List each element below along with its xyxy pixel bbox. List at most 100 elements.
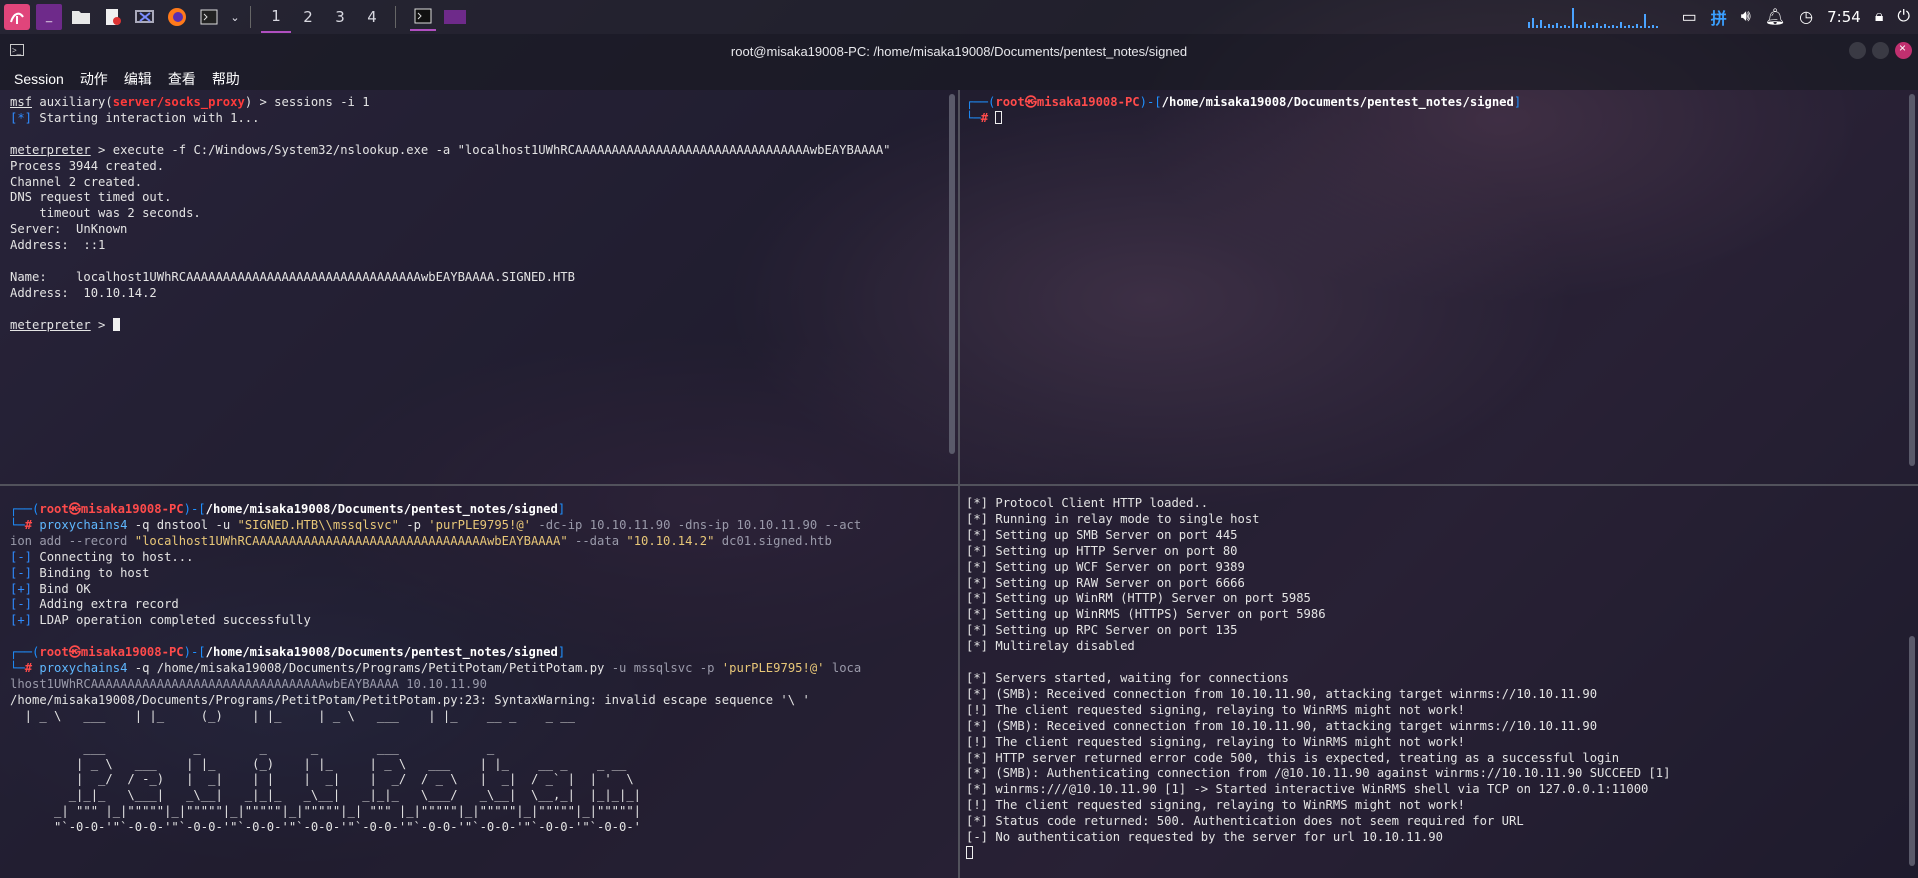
screenshot-tool-icon[interactable] bbox=[132, 4, 158, 30]
pane-bottom-right-output: [*] Protocol Client HTTP loaded.. [*] Ru… bbox=[960, 486, 1918, 862]
display-icon[interactable]: ▭ bbox=[1682, 7, 1697, 27]
log-prefix: [*] bbox=[966, 496, 989, 510]
menu-view[interactable]: 查看 bbox=[168, 69, 196, 89]
menu-edit[interactable]: 编辑 bbox=[124, 69, 152, 89]
terminal-panes: msf auxiliary(server/socks_proxy) > sess… bbox=[0, 90, 1918, 878]
log-line: [*] Status code returned: 500. Authentic… bbox=[966, 814, 1524, 829]
scrollbar[interactable] bbox=[1909, 94, 1915, 466]
log-line: [*] HTTP server returned error code 500,… bbox=[966, 750, 1620, 765]
log-prefix: [*] bbox=[966, 670, 989, 685]
msf-prompt: msf bbox=[10, 95, 33, 109]
dropdown-icon[interactable]: ⌄ bbox=[228, 4, 242, 30]
network-monitor-graph bbox=[1527, 6, 1668, 28]
menu-session[interactable]: Session bbox=[14, 71, 64, 87]
workspace-4[interactable]: 4 bbox=[357, 2, 387, 32]
log-line: [!] The client requested signing, relayi… bbox=[966, 798, 1465, 813]
log-line: [*] Setting up WinRMS (HTTPS) Server on … bbox=[966, 607, 1326, 622]
log-line: [-] No authentication requested by the s… bbox=[966, 830, 1443, 845]
terminal-app-icon[interactable]: _ bbox=[36, 4, 62, 30]
text-editor-icon[interactable] bbox=[100, 4, 126, 30]
power-icon[interactable]: ⏻ bbox=[1897, 8, 1910, 26]
input-method-icon[interactable]: 拼 bbox=[1711, 5, 1727, 29]
clock-icon: ◷ bbox=[1799, 9, 1814, 26]
notification-bell-icon[interactable]: 🔔︎ bbox=[1765, 7, 1785, 27]
log-line: [*] Servers started, waiting for connect… bbox=[966, 670, 1289, 685]
pane-bottom-left-output: ┌──(root㉿misaka19008-PC)-[/home/misaka19… bbox=[10, 502, 862, 835]
log-prefix: [*] bbox=[966, 766, 989, 781]
log-prefix: [*] bbox=[966, 782, 989, 797]
log-line: [*] Setting up RPC Server on port 135 bbox=[966, 623, 1238, 638]
log-prefix: [*] bbox=[966, 559, 989, 574]
pane-bottom-left[interactable]: ┌──(root㉿misaka19008-PC)-[/home/misaka19… bbox=[0, 486, 958, 878]
menu-bar: Session 动作 编辑 查看 帮助 bbox=[0, 68, 1918, 90]
terminal-window: >_ root@misaka19008-PC: /home/misaka1900… bbox=[0, 34, 1918, 878]
log-prefix: [*] bbox=[966, 607, 989, 622]
log-prefix: [!] bbox=[966, 798, 989, 813]
clock-time[interactable]: 7:54 bbox=[1827, 8, 1861, 26]
log-line: [*] Running in relay mode to single host bbox=[966, 511, 1260, 526]
log-line: [!] The client requested signing, relayi… bbox=[966, 702, 1465, 717]
log-line: [!] The client requested signing, relayi… bbox=[966, 734, 1465, 749]
taskbar: _ ⌄ 1 2 3 4 ▭ 拼 🔊︎ 🔔︎ ◷ 7:54 🔒︎ ⏻ bbox=[0, 0, 1918, 34]
log-prefix: [*] bbox=[966, 750, 989, 765]
log-line: [*] (SMB): Received connection from 10.1… bbox=[966, 686, 1598, 701]
close-button[interactable]: × bbox=[1895, 41, 1912, 59]
volume-icon[interactable]: 🔊︎ bbox=[1741, 8, 1751, 26]
window-titlebar[interactable]: >_ root@misaka19008-PC: /home/misaka1900… bbox=[0, 34, 1918, 68]
terminal-task-icon[interactable] bbox=[410, 3, 436, 31]
kali-menu-icon[interactable] bbox=[4, 4, 30, 30]
taskbar-separator bbox=[395, 6, 396, 28]
pane-top-left[interactable]: msf auxiliary(server/socks_proxy) > sess… bbox=[0, 90, 958, 484]
workspace-1[interactable]: 1 bbox=[261, 1, 291, 33]
log-prefix: [*] bbox=[966, 686, 989, 701]
maximize-button[interactable] bbox=[1872, 42, 1889, 59]
log-line: [*] (SMB): Authenticating connection fro… bbox=[966, 766, 1671, 781]
log-prefix: [*] bbox=[966, 527, 989, 542]
pane-bottom-right[interactable]: [*] Protocol Client HTTP loaded.. [*] Ru… bbox=[960, 486, 1918, 878]
log-prefix: [*] bbox=[966, 511, 989, 526]
text-cursor bbox=[995, 110, 1003, 124]
menu-action[interactable]: 动作 bbox=[80, 69, 108, 89]
log-line: [*] Setting up RAW Server on port 6666 bbox=[966, 575, 1245, 590]
window-title: root@misaka19008-PC: /home/misaka19008/D… bbox=[730, 43, 1188, 59]
log-prefix: [!] bbox=[966, 702, 989, 717]
log-prefix: [*] bbox=[966, 718, 989, 733]
firefox-icon[interactable] bbox=[164, 4, 190, 30]
log-line: [*] Setting up WinRM (HTTP) Server on po… bbox=[966, 591, 1311, 606]
log-prefix: [*] bbox=[966, 623, 989, 638]
log-line: [*] (SMB): Received connection from 10.1… bbox=[966, 718, 1598, 733]
terminal-window-icon: >_ bbox=[10, 44, 24, 56]
system-tray: ▭ 拼 🔊︎ 🔔︎ ◷ 7:54 🔒︎ ⏻ bbox=[1527, 0, 1910, 34]
log-line: [*] winrms:///@10.10.11.90 [1] -> Starte… bbox=[966, 782, 1649, 797]
log-prefix: [-] bbox=[966, 830, 989, 845]
pane-top-right[interactable]: ┌──(root㉿misaka19008-PC)-[/home/misaka19… bbox=[960, 90, 1918, 484]
log-line: [*] Setting up SMB Server on port 445 bbox=[966, 527, 1238, 542]
log-prefix: [*] bbox=[966, 639, 989, 654]
log-prefix: [!] bbox=[966, 734, 989, 749]
window-task-icon[interactable] bbox=[442, 4, 468, 30]
log-line: [*] Protocol Client HTTP loaded.. bbox=[966, 496, 1209, 510]
log-line: [*] Setting up HTTP Server on port 80 bbox=[966, 543, 1238, 558]
text-cursor bbox=[966, 845, 973, 859]
petitpotam-ascii-banner: ___ _ _ _ ___ _ | _ \ ___ | |_ (_) | |_ … bbox=[54, 740, 642, 835]
pane-top-right-prompt: ┌──(root㉿misaka19008-PC)-[/home/misaka19… bbox=[966, 95, 1522, 125]
log-prefix: [*] bbox=[966, 543, 989, 558]
workspace-2[interactable]: 2 bbox=[293, 2, 323, 32]
minimize-button[interactable] bbox=[1849, 42, 1866, 59]
log-prefix: [*] bbox=[966, 814, 989, 829]
scrollbar[interactable] bbox=[949, 94, 955, 454]
pane-divider-horizontal[interactable] bbox=[0, 484, 1918, 486]
pane-top-left-output: msf auxiliary(server/socks_proxy) > sess… bbox=[10, 95, 891, 332]
scrollbar[interactable] bbox=[1909, 636, 1915, 866]
log-line: [*] Multirelay disabled bbox=[966, 639, 1135, 654]
menu-help[interactable]: 帮助 bbox=[212, 69, 240, 89]
log-line: [*] Setting up WCF Server on port 9389 bbox=[966, 559, 1245, 574]
lock-icon[interactable]: 🔒︎ bbox=[1875, 8, 1884, 26]
log-prefix: [*] bbox=[966, 591, 989, 606]
workspace-3[interactable]: 3 bbox=[325, 2, 355, 32]
file-manager-icon[interactable] bbox=[68, 4, 94, 30]
log-prefix: [*] bbox=[966, 575, 989, 590]
taskbar-separator bbox=[250, 6, 251, 28]
text-cursor bbox=[112, 317, 120, 331]
terminal-icon[interactable] bbox=[196, 4, 222, 30]
